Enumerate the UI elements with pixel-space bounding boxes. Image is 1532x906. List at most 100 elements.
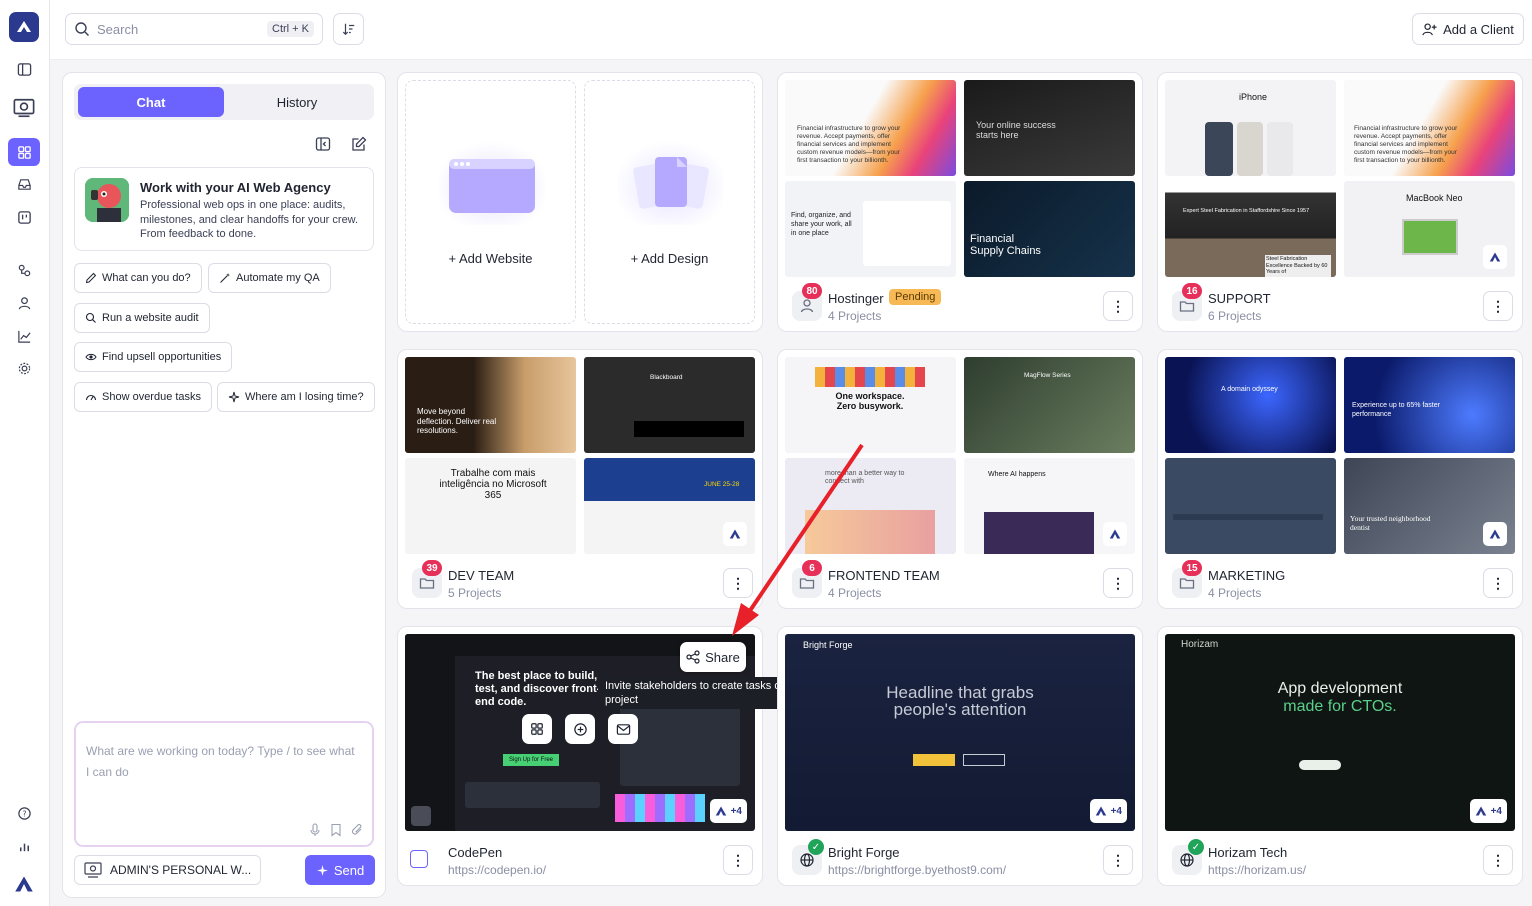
card-title[interactable]: Bright Forge [828,845,900,860]
user-icon[interactable] [8,289,40,317]
collaborators-chip[interactable]: +4 [1469,799,1507,823]
client-card-support[interactable]: iPhone Financial infrastructure to grow … [1157,72,1523,332]
card-title[interactable]: FRONTEND TEAM [828,568,940,583]
thumbnail[interactable]: One workspace. Zero busywork. [785,357,956,453]
more-options-button[interactable]: ⋮ [723,845,753,875]
thumbnail[interactable]: MagFlow Series [964,357,1135,453]
thumbnail[interactable]: Financial Supply Chains [964,181,1135,277]
thumbnail[interactable]: Financial infrastructure to grow your re… [785,80,956,176]
more-options-button[interactable]: ⋮ [1103,291,1133,321]
preview-headline: Headline that grabs people's attention [886,683,1034,719]
usage-bars-icon[interactable] [8,832,40,860]
search-input[interactable]: Search Ctrl + K [65,13,323,45]
more-options-button[interactable]: ⋮ [723,568,753,598]
settings-gear-icon[interactable] [8,354,40,382]
card-url[interactable]: https://brightforge.byethost9.com/ [828,863,1006,877]
add-client-button[interactable]: Add a Client [1412,13,1524,45]
add-circle-icon [573,722,587,736]
thumbnail[interactable]: Your online success starts here [964,80,1135,176]
card-url[interactable]: https://codepen.io/ [448,863,546,877]
chip-losing-time[interactable]: Where am I losing time? [217,382,375,412]
share-button[interactable]: Share [680,642,746,672]
help-icon[interactable]: ? [8,799,40,827]
card-title[interactable]: CodePen [448,845,502,860]
chip-website-audit[interactable]: Run a website audit [74,303,210,333]
card-title[interactable]: MARKETING [1208,568,1285,583]
client-card-hostinger[interactable]: Financial infrastructure to grow your re… [777,72,1143,332]
open-board-button[interactable] [522,714,552,744]
card-title[interactable]: SUPPORT [1208,291,1271,306]
attachment-icon[interactable] [350,823,364,837]
card-title[interactable]: Hostinger [828,291,884,306]
more-options-button[interactable]: ⋮ [1483,845,1513,875]
website-card-bright-forge[interactable]: Bright Forge Headline that grabs people'… [777,626,1143,886]
chat-input-placeholder: What are we working on today? Type / to … [86,744,355,779]
new-chat-icon[interactable] [351,136,367,152]
thumbnail[interactable]: JUNE 25-28 [584,458,755,554]
thumbnail[interactable]: Your trusted neighborhood dentist [1344,458,1515,554]
thumbnail[interactable]: Trabalhe com mais inteligência no Micros… [405,458,576,554]
sort-button[interactable] [333,13,364,45]
analytics-icon[interactable] [8,322,40,350]
thumbnail-text: Where AI happens [988,471,1046,478]
thumbnail[interactable] [1165,458,1336,554]
collaborators-chip[interactable]: +4 [1089,799,1127,823]
thumbnail[interactable]: Move beyond deflection. Deliver real res… [405,357,576,453]
tab-chat[interactable]: Chat [78,87,224,117]
select-checkbox[interactable] [410,850,428,868]
client-card-frontend-team[interactable]: One workspace. Zero busywork. MagFlow Se… [777,349,1143,609]
more-options-button[interactable]: ⋮ [1103,845,1133,875]
thumbnail[interactable]: Where AI happens [964,458,1135,554]
thumbnail[interactable]: Find, organize, and share your work, all… [785,181,956,277]
more-options-button[interactable]: ⋮ [1483,568,1513,598]
thumbnail[interactable]: MacBook Neo [1344,181,1515,277]
integrations-icon[interactable] [8,256,40,284]
card-title[interactable]: DEV TEAM [448,568,514,583]
website-preview[interactable]: Bright Forge Headline that grabs people'… [785,634,1135,831]
invite-email-button[interactable] [608,714,638,744]
agent-monitor-icon[interactable] [8,92,40,124]
thumbnail-text: Financial Supply Chains [970,233,1041,257]
chip-automate-qa[interactable]: Automate my QA [208,263,331,293]
client-card-dev-team[interactable]: Move beyond deflection. Deliver real res… [397,349,763,609]
sidebar-toggle-icon[interactable] [8,55,40,83]
thumbnail[interactable]: Expert Steel Fabrication in Staffordshir… [1165,181,1336,277]
chip-what-can-you-do[interactable]: What can you do? [74,263,202,293]
brand-mark-icon [1475,806,1486,816]
app-logo[interactable] [9,12,39,42]
workspace-selector[interactable]: ADMIN'S PERSONAL W... [74,855,261,885]
thumbnail[interactable]: Experience up to 65% faster performance [1344,357,1515,453]
add-design-tile[interactable]: + Add Design [584,80,755,324]
preview-headline: App development [1277,680,1403,697]
thumbnail[interactable]: Financial infrastructure to grow your re… [1344,80,1515,176]
more-options-button[interactable]: ⋮ [1103,568,1133,598]
brand-mark-icon[interactable] [8,870,40,898]
client-card-marketing[interactable]: A domain odyssey Experience up to 65% fa… [1157,349,1523,609]
chat-input[interactable]: What are we working on today? Type / to … [74,721,374,847]
website-card-horizam-tech[interactable]: Horizam App development made for CTOs. +… [1157,626,1523,886]
chip-overdue-tasks[interactable]: Show overdue tasks [74,382,213,412]
thumbnail[interactable]: A domain odyssey [1165,357,1336,453]
send-button[interactable]: Send [305,855,375,885]
add-website-tile[interactable]: + Add Website [405,80,576,324]
more-options-button[interactable]: ⋮ [1483,291,1513,321]
microphone-icon[interactable] [308,823,322,837]
thumbnail[interactable]: Blackboard [584,357,755,453]
inbox-icon[interactable] [8,170,40,198]
thumbnail[interactable]: iPhone [1165,80,1336,176]
add-client-label: Add a Client [1443,21,1514,37]
website-preview[interactable]: Horizam App development made for CTOs. +… [1165,634,1515,831]
collaborators-chip[interactable]: +4 [709,799,747,823]
dashboard-grid-icon[interactable] [8,138,40,166]
board-icon[interactable] [8,203,40,231]
thumbnail-text: Move beyond deflection. Deliver real res… [417,407,497,435]
left-rail: ? [0,0,50,906]
bookmark-icon[interactable] [329,823,343,837]
collapse-panel-icon[interactable] [315,136,331,152]
tab-history[interactable]: History [224,87,370,117]
chip-upsell[interactable]: Find upsell opportunities [74,342,233,372]
thumbnail[interactable]: more than a better way to connect with [785,458,956,554]
card-title[interactable]: Horizam Tech [1208,845,1287,860]
card-url[interactable]: https://horizam.us/ [1208,863,1306,877]
add-task-button[interactable] [565,714,595,744]
